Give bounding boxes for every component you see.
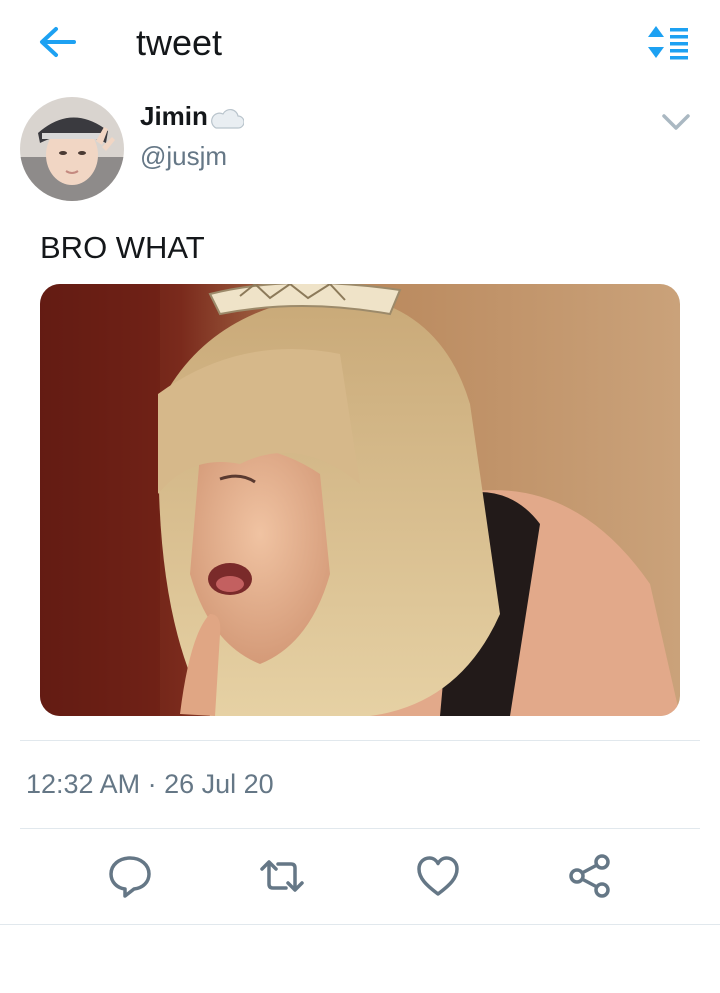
reply-button[interactable] [106, 852, 154, 900]
author-handle: @jusjm [140, 141, 228, 171]
media-photo [40, 284, 680, 716]
tweet-timestamp: 12:32 AM · 26 Jul 20 [26, 769, 274, 799]
tweet-media-image[interactable] [40, 284, 680, 716]
tweet-text: BRO WHAT [40, 230, 205, 265]
divider [0, 924, 720, 925]
avatar-image [20, 97, 124, 201]
back-button[interactable] [36, 22, 80, 62]
chevron-down-icon [662, 114, 690, 130]
sort-icon [648, 26, 688, 60]
retweet-icon [260, 860, 304, 892]
author-name: Jimin [140, 101, 208, 131]
more-options-button[interactable] [656, 106, 696, 138]
retweet-button[interactable] [258, 852, 306, 900]
reply-icon [109, 856, 151, 898]
arrow-left-icon [40, 27, 76, 57]
like-icon [417, 856, 459, 896]
header-bar: tweet [0, 0, 720, 88]
cloud-icon [211, 108, 244, 129]
share-icon [569, 854, 610, 898]
avatar[interactable] [20, 97, 124, 201]
page-title: tweet [136, 22, 223, 63]
sort-button[interactable] [644, 22, 692, 62]
divider [20, 740, 700, 741]
tweet-detail-page: tweet Jimin @jusjm BRO WHAT 12:32 AM · 2… [0, 0, 720, 993]
like-button[interactable] [414, 852, 462, 900]
divider [20, 828, 700, 829]
share-button[interactable] [566, 852, 614, 900]
